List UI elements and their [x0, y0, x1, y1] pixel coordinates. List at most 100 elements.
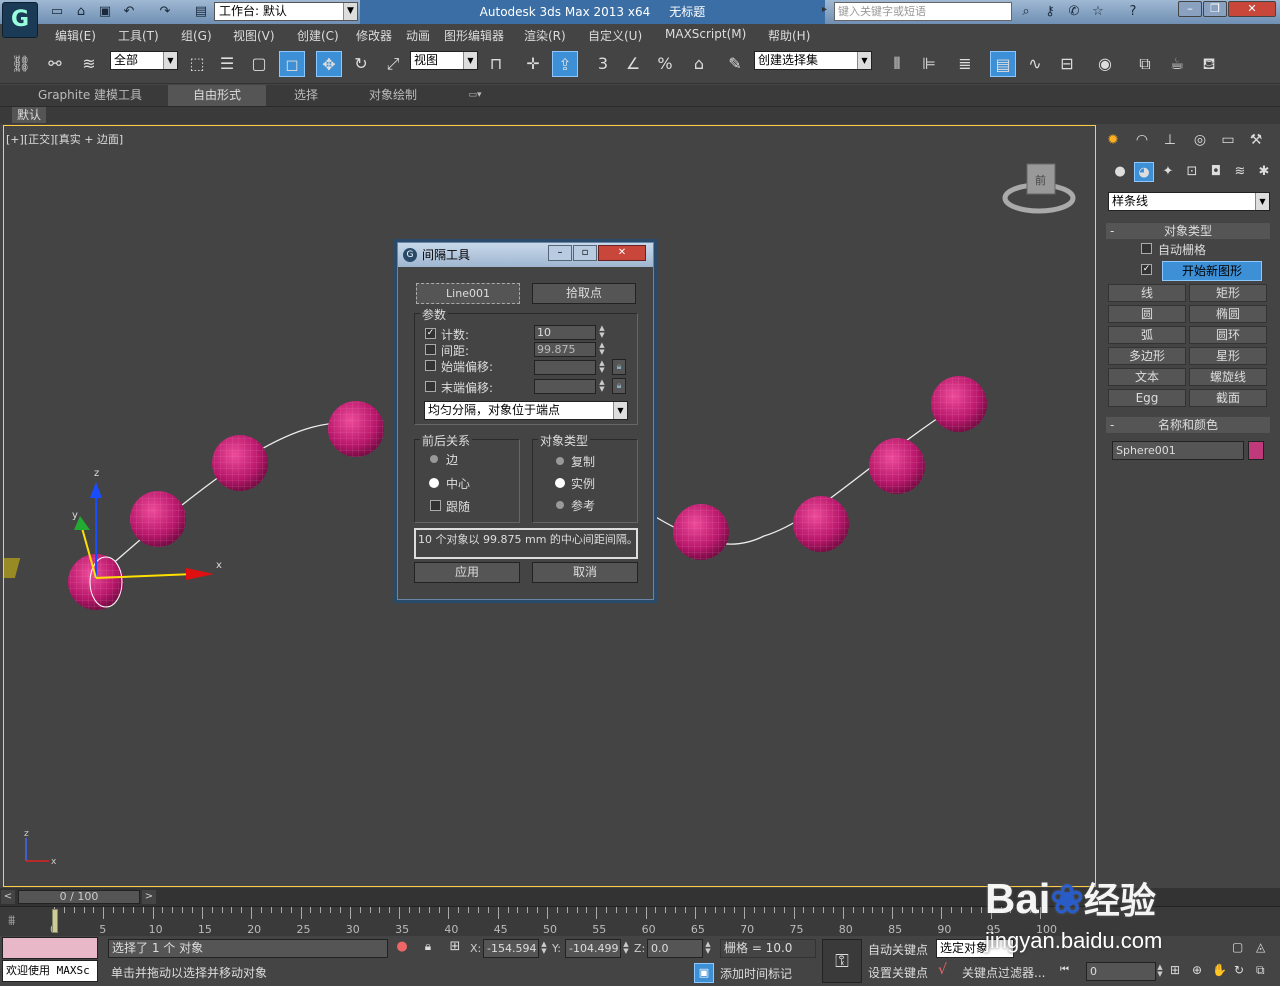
menu-item[interactable]: 组(G) — [181, 27, 212, 44]
x-coord-field[interactable]: -154.594 — [483, 939, 539, 958]
menu-item[interactable]: 帮助(H) — [768, 27, 810, 44]
absolute-mode-icon[interactable]: ⊞ — [446, 939, 464, 958]
cameras-icon[interactable]: ⊡ — [1182, 162, 1202, 182]
render-production-icon[interactable]: ⛾ — [1196, 51, 1222, 77]
tab-object-paint[interactable]: 对象绘制 — [348, 85, 438, 106]
reference-radio[interactable] — [556, 501, 564, 509]
shape-type-button[interactable]: 线 — [1108, 284, 1186, 302]
helpers-icon[interactable]: ◘ — [1206, 162, 1226, 182]
select-rotate-icon[interactable]: ↻ — [348, 51, 374, 77]
key-filters-button[interactable]: 关键点过滤器... — [962, 964, 1045, 981]
end-offset-arrows[interactable]: ▲ ▼ — [598, 379, 606, 394]
tab-graphite[interactable]: Graphite 建模工具 — [24, 85, 156, 106]
shape-type-button[interactable]: 圆环 — [1189, 326, 1267, 344]
material-editor-icon[interactable]: ◉ — [1092, 51, 1118, 77]
dialog-minimize-button[interactable]: – — [548, 245, 572, 261]
rect-selection-icon[interactable]: ▢ — [246, 51, 272, 77]
category-dropdown[interactable]: 样条线 ▼ — [1108, 192, 1270, 211]
y-coord-field[interactable]: -104.499 — [565, 939, 621, 958]
hierarchy-tab-icon[interactable]: ⊥ — [1158, 129, 1182, 151]
count-spinner-field[interactable]: 10 — [534, 325, 596, 340]
shape-type-button[interactable]: 文本 — [1108, 368, 1186, 386]
shape-type-button[interactable]: 星形 — [1189, 347, 1267, 365]
auto-key-button[interactable]: 自动关键点 — [868, 941, 928, 958]
object-color-swatch[interactable] — [1248, 441, 1264, 460]
select-move-icon[interactable]: ✥ — [316, 51, 342, 77]
object-type-rollout[interactable]: - 对象类型 — [1106, 223, 1270, 239]
dialog-close-button[interactable]: ✕ — [598, 245, 646, 261]
workspace-dropdown[interactable]: 工作台: 默认 ▼ — [214, 2, 358, 21]
help-icon[interactable]: ? — [1124, 3, 1142, 21]
pick-path-button[interactable]: Line001 — [416, 283, 520, 304]
menu-item[interactable]: 自定义(U) — [588, 27, 642, 44]
close-button[interactable]: ✕ — [1228, 1, 1276, 17]
minimize-button[interactable]: – — [1178, 1, 1202, 17]
shape-type-button[interactable]: 多边形 — [1108, 347, 1186, 365]
redo-icon[interactable]: ↷ — [156, 3, 174, 21]
maximize-button[interactable]: ❐ — [1203, 1, 1227, 17]
add-time-tag[interactable]: 添加时间标记 — [720, 965, 792, 982]
spinner-snap-icon[interactable]: ⌂ — [686, 51, 712, 77]
start-offset-field[interactable] — [534, 360, 596, 375]
menu-item[interactable]: MAXScript(M) — [665, 27, 746, 41]
menu-item[interactable]: 修改器 — [356, 27, 392, 44]
maximize-viewport-icon[interactable]: ⧉ — [1256, 963, 1265, 978]
frame-spinner-arrows[interactable]: ▲ ▼ — [1156, 964, 1164, 979]
create-tab-icon[interactable]: ✹ — [1101, 129, 1125, 151]
menu-item[interactable]: 图形编辑器 — [444, 27, 504, 44]
tab-selection[interactable]: 选择 — [276, 85, 336, 106]
project-folder-icon[interactable]: ▤ — [192, 3, 210, 21]
viewcube[interactable]: 前 — [1002, 163, 1076, 214]
percent-snap-icon[interactable]: % — [652, 51, 678, 77]
follow-checkbox[interactable] — [430, 500, 441, 511]
key-icon[interactable]: ⚷ — [1041, 3, 1059, 21]
mirror-icon[interactable]: ⫴ — [884, 51, 910, 77]
tab-freeform[interactable]: 自由形式 — [168, 85, 266, 106]
current-frame-field[interactable]: 0 — [1086, 962, 1156, 981]
render-setup-icon[interactable]: ⧉ — [1132, 51, 1158, 77]
lock-icon[interactable]: 🔒︎ — [612, 359, 626, 375]
lights-icon[interactable]: ✦ — [1158, 162, 1178, 182]
select-manipulate-icon[interactable]: ✛ — [520, 51, 546, 77]
time-slider-thumb[interactable]: 0 / 100 — [18, 890, 140, 904]
curve-editor-mini-icon[interactable]: ⩩ — [8, 913, 32, 931]
edit-named-sets-icon[interactable]: ✎ — [722, 51, 748, 77]
reference-coord-dropdown[interactable]: 视图 ▼ — [410, 51, 478, 70]
next-frame-arrow[interactable]: > — [142, 890, 156, 904]
keyboard-shortcut-override-icon[interactable]: ⇪ — [552, 51, 578, 77]
window-crossing-icon[interactable]: ◻ — [279, 51, 305, 77]
z-spinner-arrows[interactable]: ▲ ▼ — [704, 941, 712, 956]
prev-frame-arrow[interactable]: < — [1, 890, 15, 904]
ribbon-options-icon[interactable]: ▭▾ — [460, 85, 490, 106]
field-of-view-icon[interactable]: ◬ — [1256, 940, 1265, 954]
pick-points-button[interactable]: 拾取点 — [532, 283, 636, 304]
end-offset-checkbox[interactable] — [425, 381, 436, 392]
select-scale-icon[interactable]: ⤢ — [380, 51, 406, 77]
shape-type-button[interactable]: 弧 — [1108, 326, 1186, 344]
layer-manager-icon[interactable]: ≣ — [952, 51, 978, 77]
start-offset-checkbox[interactable] — [425, 360, 436, 371]
menu-item[interactable]: 创建(C) — [297, 27, 339, 44]
binoculars-icon[interactable]: ⌕ — [1017, 3, 1035, 21]
geometry-icon[interactable]: ● — [1110, 162, 1130, 182]
autogrid-checkbox[interactable] — [1141, 243, 1152, 254]
count-spinner-arrows[interactable]: ▲ ▼ — [598, 325, 606, 340]
pan-view-icon[interactable]: ✋ — [1212, 963, 1227, 977]
save-icon[interactable]: ▣ — [96, 3, 114, 21]
zoom-extents-icon[interactable]: ⊕ — [1192, 963, 1202, 977]
start-new-shape-button[interactable]: 开始新图形 — [1162, 261, 1262, 281]
shape-type-button[interactable]: 螺旋线 — [1189, 368, 1267, 386]
dialog-title-bar[interactable]: G 间隔工具 – ▫ ✕ — [398, 243, 653, 267]
angle-snap-icon[interactable]: ∠ — [620, 51, 646, 77]
menu-item[interactable]: 视图(V) — [233, 27, 275, 44]
maxscript-mini-listener[interactable]: 欢迎使用 MAXSc — [2, 960, 98, 982]
utilities-tab-icon[interactable]: ⚒ — [1244, 129, 1268, 151]
context-edge-radio[interactable] — [430, 455, 438, 463]
curve-editor-icon[interactable]: ∿ — [1022, 51, 1048, 77]
y-spinner-arrows[interactable]: ▲ ▼ — [622, 941, 630, 956]
distribution-dropdown[interactable]: 均匀分隔，对象位于端点 ▼ — [424, 401, 628, 420]
rendered-frame-icon[interactable]: ☕ — [1164, 51, 1190, 77]
shapes-icon[interactable]: ◕ — [1134, 162, 1154, 182]
shape-type-button[interactable]: Egg — [1108, 389, 1186, 407]
ribbon-default-label[interactable]: 默认 — [12, 107, 46, 123]
